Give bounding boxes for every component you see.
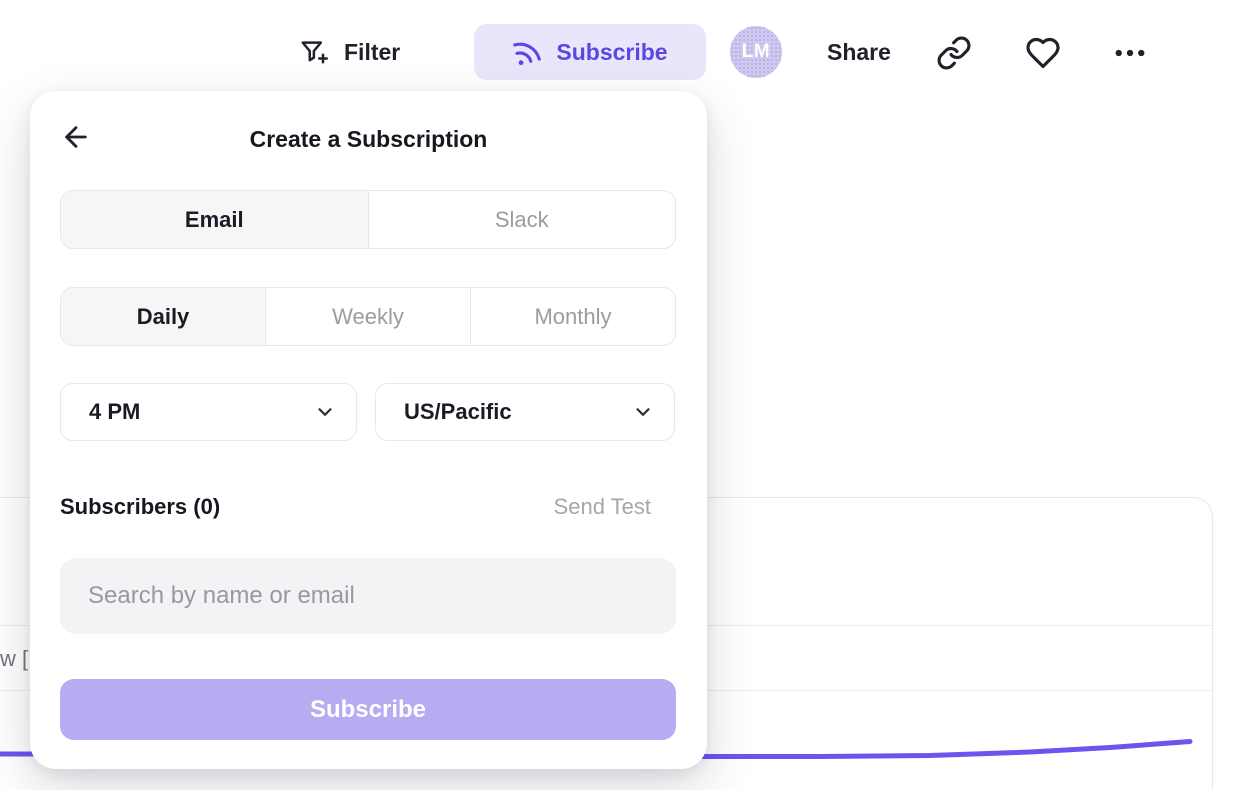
timezone-select[interactable]: US/Pacific [375,383,675,441]
chevron-down-icon [314,401,336,423]
filter-button[interactable]: Filter [299,30,400,74]
send-test-button[interactable]: Send Test [554,494,651,520]
tab-daily[interactable]: Daily [61,288,265,345]
subscribe-button[interactable]: Subscribe [474,24,706,80]
filter-plus-icon [299,37,329,67]
avatar[interactable]: LM [730,26,782,78]
avatar-initials: LM [742,41,770,63]
tab-weekly[interactable]: Weekly [265,288,470,345]
more-menu-button[interactable] [1110,33,1150,73]
toolbar: Filter Subscribe LM Share [0,0,1234,104]
page: w [ Filter Subscribe [0,0,1234,790]
tab-email[interactable]: Email [61,191,368,248]
share-button[interactable]: Share [827,33,891,71]
subscriber-search-input[interactable] [60,558,676,634]
time-select-value: 4 PM [89,399,140,425]
link-icon [936,35,972,71]
heart-icon [1025,35,1061,71]
chevron-down-icon [632,401,654,423]
channel-tabs: Email Slack [60,190,676,249]
filter-label: Filter [344,39,400,66]
copy-link-button[interactable] [934,33,974,73]
time-select[interactable]: 4 PM [60,383,357,441]
ellipsis-icon [1112,35,1148,71]
subscribe-label: Subscribe [556,39,667,66]
subscribe-submit-button[interactable]: Subscribe [60,679,676,740]
tab-monthly[interactable]: Monthly [470,288,675,345]
tab-slack[interactable]: Slack [368,191,676,248]
modal-title: Create a Subscription [30,126,707,153]
timezone-select-value: US/Pacific [404,399,512,425]
subscribers-row: Subscribers (0) Send Test [60,493,676,521]
clipped-background-text: w [ [0,646,28,672]
subscribers-count-label: Subscribers (0) [60,494,220,520]
favorite-button[interactable] [1023,33,1063,73]
create-subscription-modal: Create a Subscription Email Slack Daily … [30,91,707,769]
frequency-tabs: Daily Weekly Monthly [60,287,676,346]
rss-icon [509,34,546,71]
